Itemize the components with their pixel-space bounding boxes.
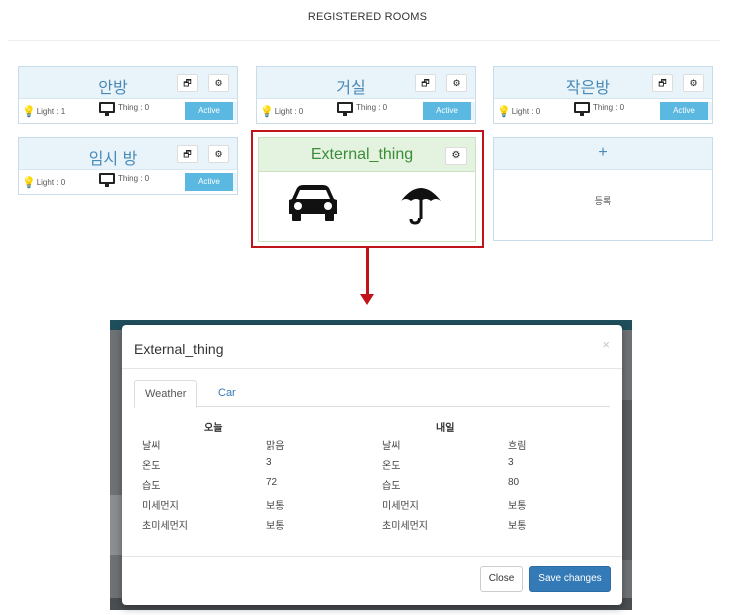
table-row: 온도 3 온도 3 [142, 457, 514, 472]
arrow-head [360, 294, 374, 305]
tab-car[interactable]: Car [208, 380, 246, 408]
umbrella-icon[interactable] [399, 183, 443, 225]
today-header: 오늘 [204, 423, 223, 434]
active-toggle[interactable]: Active [660, 102, 712, 120]
room-card-header: 임시 방 🗗 ⚙ [19, 138, 237, 170]
arrow-connector [366, 248, 369, 296]
room-card-header: 거실 🗗 ⚙ [257, 67, 475, 99]
room-settings-button[interactable]: ⚙ [208, 74, 229, 92]
dialog-title: External_thing [134, 341, 224, 357]
tab-weather[interactable]: Weather [134, 380, 198, 408]
room-card: 작은방 🗗 ⚙ 💡 Light : 0 Thing : 0 Active [493, 66, 713, 124]
gear-icon: ⚙ [452, 78, 461, 88]
room-link-button[interactable]: 🗗 [177, 74, 198, 92]
add-room-label: 등록 [594, 196, 612, 206]
gear-icon: ⚙ [689, 78, 698, 88]
active-toggle[interactable]: Active [185, 173, 237, 191]
table-row: 날씨 맑음 날씨 흐림 [142, 441, 527, 452]
page-title: REGISTERED ROOMS [307, 11, 428, 23]
active-toggle[interactable]: Active [185, 102, 237, 120]
lightbulb-icon: 💡 [497, 106, 511, 118]
table-row: 미세먼지 보통 미세먼지 보통 [142, 501, 527, 512]
thing-count: Thing : 0 [574, 102, 624, 116]
room-card-header: 안방 🗗 ⚙ [19, 67, 237, 99]
room-link-button[interactable]: 🗗 [177, 145, 198, 163]
room-link-button[interactable]: 🗗 [652, 74, 673, 92]
gears-icon: ⚙ [451, 150, 461, 161]
thing-count: Thing : 0 [337, 102, 387, 116]
table-row: 습도 72 습도 80 [142, 477, 520, 492]
add-room-plus[interactable]: + [494, 138, 712, 170]
room-link-button[interactable]: 🗗 [415, 74, 436, 92]
add-room-card[interactable]: + 등록 [493, 137, 713, 241]
link-icon: 🗗 [183, 78, 192, 88]
thing-count: Thing : 0 [99, 173, 149, 187]
room-settings-button[interactable]: ⚙ [446, 74, 467, 92]
room-card: 안방 🗗 ⚙ 💡 Light : 1 Thing : 0 Active [18, 66, 238, 124]
dialog-header: External_thing × [122, 325, 622, 369]
save-changes-button[interactable]: Save changes [529, 566, 611, 592]
lightbulb-icon: 💡 [260, 106, 274, 118]
light-count: 💡 Light : 0 [22, 177, 66, 189]
title-divider [8, 40, 720, 41]
room-card-header: 작은방 🗗 ⚙ [494, 67, 712, 99]
table-row: 초미세먼지 보통 초미세먼지 보통 [142, 521, 527, 532]
monitor-icon [99, 173, 115, 187]
room-settings-button[interactable]: ⚙ [208, 145, 229, 163]
dialog-footer: Close Save changes [122, 556, 622, 605]
dialog-tabs: Weather Car [134, 380, 610, 408]
link-icon: 🗗 [658, 78, 667, 88]
close-icon[interactable]: × [602, 337, 610, 352]
car-icon[interactable] [287, 184, 339, 222]
room-settings-button[interactable]: ⚙ [683, 74, 704, 92]
room-card: 거실 🗗 ⚙ 💡 Light : 0 Thing : 0 Active [256, 66, 476, 124]
monitor-icon [574, 102, 590, 116]
room-card: 임시 방 🗗 ⚙ 💡 Light : 0 Thing : 0 Active [18, 137, 238, 195]
lightbulb-icon: 💡 [22, 177, 36, 189]
thing-count: Thing : 0 [99, 102, 149, 116]
link-icon: 🗗 [183, 149, 192, 159]
external-card-title: External_thing [310, 146, 414, 163]
external-thing-dialog: External_thing × Weather Car 오늘 내일 날씨 맑음… [122, 325, 622, 605]
gear-icon: ⚙ [214, 149, 223, 159]
external-card-header: External_thing ⚙ [259, 138, 475, 172]
gear-icon: ⚙ [214, 78, 223, 88]
close-button[interactable]: Close [480, 566, 523, 592]
external-thing-card[interactable]: External_thing ⚙ [258, 137, 476, 242]
tomorrow-header: 내일 [436, 423, 455, 434]
link-icon: 🗗 [421, 78, 430, 88]
light-count: 💡 Light : 0 [497, 106, 541, 118]
light-count: 💡 Light : 1 [22, 106, 66, 118]
monitor-icon [99, 102, 115, 116]
light-count: 💡 Light : 0 [260, 106, 304, 118]
monitor-icon [337, 102, 353, 116]
external-settings-button[interactable]: ⚙ [445, 147, 467, 165]
lightbulb-icon: 💡 [22, 106, 36, 118]
active-toggle[interactable]: Active [423, 102, 475, 120]
